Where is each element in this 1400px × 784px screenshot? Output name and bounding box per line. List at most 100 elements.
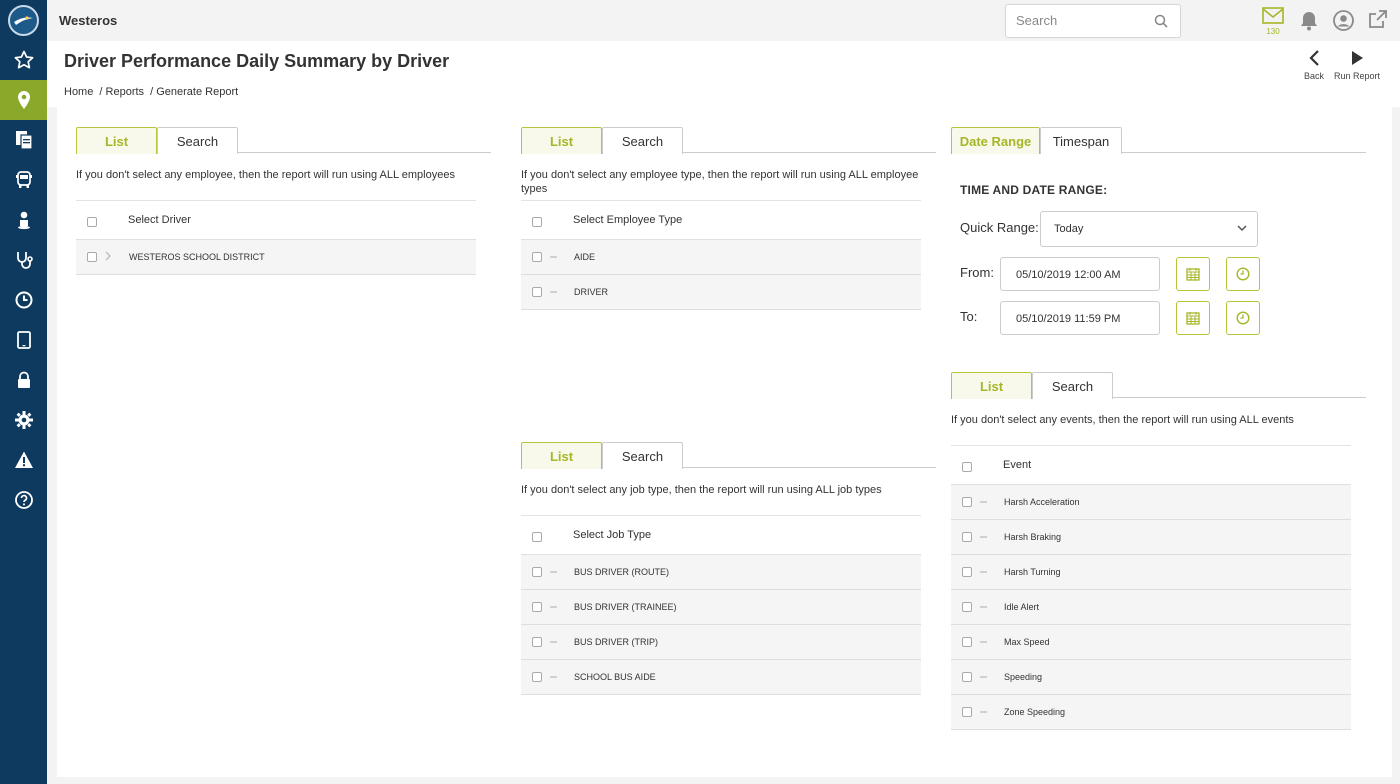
table-row[interactable]: BUS DRIVER (TRAINEE) (521, 590, 921, 625)
table-row[interactable]: Harsh Braking (951, 520, 1351, 555)
column-header: Select Driver (128, 214, 191, 226)
select-all-checkbox[interactable] (532, 217, 542, 227)
employee-type-tabs: List Search (521, 127, 936, 154)
global-search[interactable] (1005, 4, 1181, 38)
search-input[interactable] (1016, 13, 1146, 28)
sidebar-item-favorites[interactable] (0, 40, 47, 80)
app-logo[interactable] (8, 5, 39, 36)
table-row[interactable]: AIDE (521, 240, 921, 275)
run-report-label: Run Report (1333, 71, 1381, 81)
table-row[interactable]: WESTEROS SCHOOL DISTRICT (76, 240, 476, 275)
tab-job-type-search[interactable]: Search (602, 442, 683, 469)
from-date-input[interactable]: 05/10/2019 12:00 AM (1000, 257, 1160, 291)
tab-timespan[interactable]: Timespan (1040, 127, 1122, 154)
table-row[interactable]: Harsh Acceleration (951, 485, 1351, 520)
sidebar-item-help[interactable] (0, 480, 47, 520)
tab-employee-type-search[interactable]: Search (602, 127, 683, 154)
column-header: Select Employee Type (573, 214, 683, 226)
row-checkbox[interactable] (962, 532, 972, 542)
select-all-checkbox[interactable] (962, 462, 972, 472)
tab-event-list[interactable]: List (951, 372, 1032, 399)
select-all-checkbox[interactable] (532, 532, 542, 542)
to-time-button[interactable] (1226, 301, 1260, 335)
from-date-value: 05/10/2019 12:00 AM (1016, 269, 1121, 281)
sidebar-item-security[interactable] (0, 360, 47, 400)
row-checkbox[interactable] (532, 637, 542, 647)
sidebar-item-vehicles[interactable] (0, 160, 47, 200)
help-icon (14, 491, 33, 509)
row-checkbox[interactable] (532, 252, 542, 262)
breadcrumb-home[interactable]: Home (64, 86, 93, 98)
back-button[interactable]: Back (1299, 49, 1329, 81)
table-row[interactable]: DRIVER (521, 275, 921, 310)
row-checkbox[interactable] (962, 707, 972, 717)
user-profile-icon[interactable] (1333, 10, 1354, 31)
from-time-button[interactable] (1226, 257, 1260, 291)
row-label: BUS DRIVER (ROUTE) (574, 567, 670, 577)
mail-icon[interactable] (1262, 7, 1284, 25)
page-title: Driver Performance Daily Summary by Driv… (64, 51, 450, 71)
table-row[interactable]: Max Speed (951, 625, 1351, 660)
bell-icon[interactable] (1299, 10, 1319, 31)
driver-grid: Select Driver WESTEROS SCHOOL DISTRICT (76, 200, 476, 275)
sidebar-item-devices[interactable] (0, 320, 47, 360)
to-calendar-button[interactable] (1176, 301, 1210, 335)
tab-driver-list[interactable]: List (76, 127, 157, 154)
date-range-tabs: Date Range Timespan (951, 127, 1366, 154)
table-row[interactable]: Zone Speeding (951, 695, 1351, 730)
sidebar-item-history[interactable] (0, 280, 47, 320)
table-row[interactable]: Speeding (951, 660, 1351, 695)
row-label: BUS DRIVER (TRAINEE) (574, 602, 677, 612)
quick-range-select[interactable]: Today (1040, 211, 1258, 247)
to-date-input[interactable]: 05/10/2019 11:59 PM (1000, 301, 1160, 335)
column-header: Event (1003, 459, 1032, 471)
row-checkbox[interactable] (532, 287, 542, 297)
to-date-value: 05/10/2019 11:59 PM (1016, 313, 1121, 325)
row-checkbox[interactable] (532, 602, 542, 612)
row-label: Max Speed (1004, 637, 1050, 647)
row-label: BUS DRIVER (TRIP) (574, 637, 659, 647)
sidebar-item-settings[interactable] (0, 400, 47, 440)
row-checkbox[interactable] (962, 672, 972, 682)
event-grid: Event Harsh Acceleration Harsh Braking H… (951, 445, 1351, 730)
tab-employee-type-list[interactable]: List (521, 127, 602, 154)
row-checkbox[interactable] (87, 252, 97, 262)
table-row[interactable]: BUS DRIVER (TRIP) (521, 625, 921, 660)
sidebar-item-alerts[interactable] (0, 440, 47, 480)
tree-dash (980, 501, 987, 503)
tab-event-search[interactable]: Search (1032, 372, 1113, 399)
row-checkbox[interactable] (962, 637, 972, 647)
tab-date-range[interactable]: Date Range (951, 127, 1040, 154)
tree-dash (550, 571, 557, 573)
table-row[interactable]: BUS DRIVER (ROUTE) (521, 555, 921, 590)
external-link-icon[interactable] (1368, 9, 1388, 29)
table-row[interactable]: Idle Alert (951, 590, 1351, 625)
row-checkbox[interactable] (532, 672, 542, 682)
from-calendar-button[interactable] (1176, 257, 1210, 291)
chevron-right-icon[interactable] (104, 251, 112, 261)
employee-type-hint: If you don't select any employee type, t… (521, 169, 919, 195)
tab-job-type-list[interactable]: List (521, 442, 602, 469)
row-label: DRIVER (574, 287, 609, 297)
run-report-button[interactable]: Run Report (1332, 49, 1382, 81)
row-checkbox[interactable] (962, 497, 972, 507)
employee-type-grid-header: Select Employee Type (521, 200, 921, 240)
row-checkbox[interactable] (962, 567, 972, 577)
breadcrumb-reports[interactable]: / Reports (99, 86, 144, 98)
sidebar-item-drivers[interactable] (0, 200, 47, 240)
row-label: AIDE (574, 252, 596, 262)
sidebar-item-location[interactable] (0, 80, 47, 120)
table-row[interactable]: SCHOOL BUS AIDE (521, 660, 921, 695)
select-all-checkbox[interactable] (87, 217, 97, 227)
row-checkbox[interactable] (962, 602, 972, 612)
table-row[interactable]: Harsh Turning (951, 555, 1351, 590)
search-icon[interactable] (1154, 14, 1168, 28)
bus-icon (15, 171, 32, 188)
sidebar-item-diagnostics[interactable] (0, 240, 47, 280)
sidebar-item-reports[interactable] (0, 120, 47, 160)
row-checkbox[interactable] (532, 567, 542, 577)
tree-dash (550, 676, 557, 678)
tree-dash (550, 641, 557, 643)
driver-hint: If you don't select any employee, then t… (76, 169, 455, 181)
tab-driver-search[interactable]: Search (157, 127, 238, 154)
